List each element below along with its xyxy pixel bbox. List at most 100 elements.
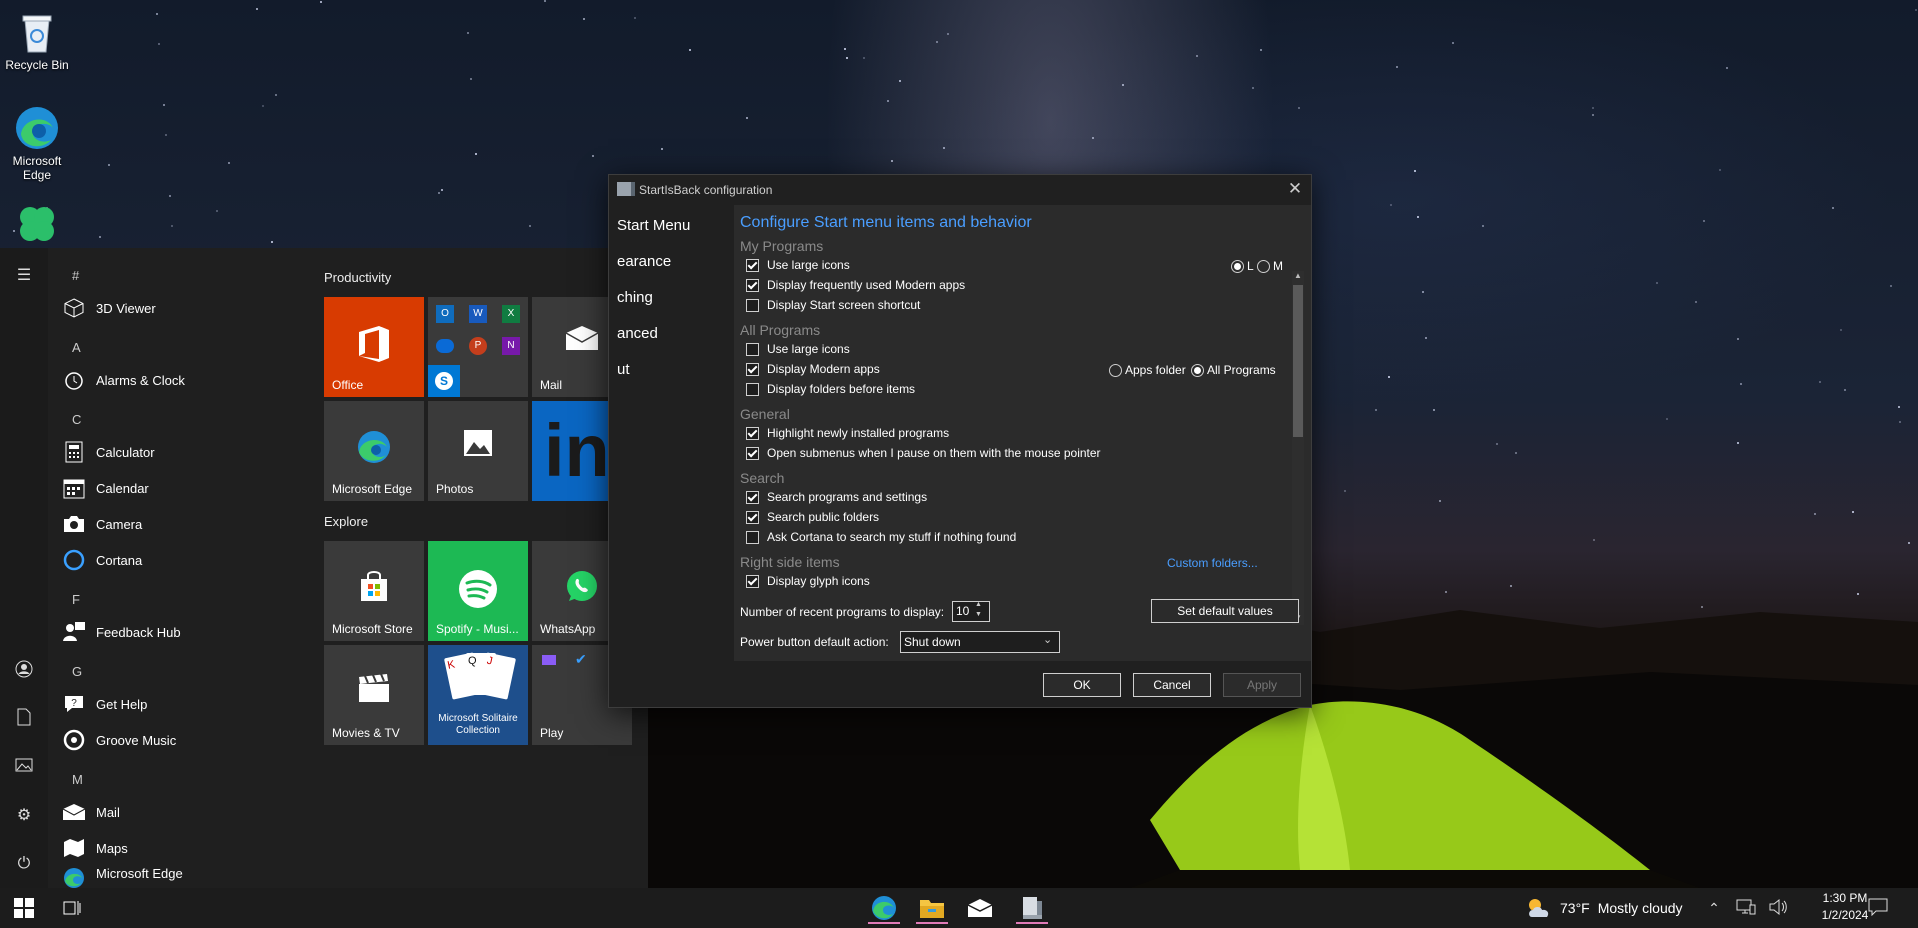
- checkbox-box[interactable]: [746, 278, 759, 292]
- checkbox-r-glyph[interactable]: Display glyph icons: [746, 573, 870, 589]
- tile-office[interactable]: Office: [324, 297, 424, 397]
- set-default-values-button[interactable]: Set default values: [1151, 599, 1299, 623]
- custom-folders-link[interactable]: Custom folders...: [1167, 556, 1258, 570]
- power-action-select[interactable]: Shut down ⌄: [900, 631, 1060, 653]
- letter-header[interactable]: M: [72, 772, 83, 787]
- checkbox-s-programs[interactable]: Search programs and settings: [746, 489, 927, 505]
- checkbox-box[interactable]: [746, 382, 759, 396]
- options-scrollbar[interactable]: ▲ ▼: [1292, 271, 1304, 625]
- app-calendar[interactable]: Calendar: [62, 470, 302, 506]
- scroll-up-icon[interactable]: ▲: [1294, 271, 1302, 280]
- checkbox-gen-highlight[interactable]: Highlight newly installed programs: [746, 425, 949, 441]
- checkbox-mp-modern-apps[interactable]: Display frequently used Modern apps: [746, 277, 965, 293]
- edge-desktop-icon[interactable]: Microsoft Edge: [0, 104, 74, 182]
- app-feedback-hub[interactable]: Feedback Hub: [62, 614, 302, 650]
- letter-header[interactable]: G: [72, 664, 82, 679]
- checkbox-box[interactable]: [746, 530, 759, 544]
- checkbox-s-cortana[interactable]: Ask Cortana to search my stuff if nothin…: [746, 529, 1016, 545]
- recent-programs-spinner[interactable]: 10 ▲ ▼: [952, 601, 990, 622]
- app-maps[interactable]: Maps: [62, 830, 302, 866]
- app-calculator[interactable]: Calculator: [62, 434, 302, 470]
- letter-header[interactable]: #: [72, 268, 79, 283]
- radio-dot[interactable]: [1109, 363, 1122, 377]
- recycle-bin-desktop-icon[interactable]: Recycle Bin: [0, 8, 74, 72]
- app-cortana[interactable]: Cortana: [62, 542, 302, 578]
- radio-dot[interactable]: [1191, 363, 1204, 377]
- nav-advanced[interactable]: anced: [617, 325, 658, 342]
- tile-solitaire[interactable]: K Q J Microsoft Solitaire Collection: [428, 645, 528, 745]
- checkbox-box[interactable]: [746, 426, 759, 440]
- power-icon[interactable]: ⏻: [12, 852, 36, 876]
- checkbox-box[interactable]: [746, 574, 759, 588]
- settings-gear-icon[interactable]: ⚙: [12, 804, 36, 828]
- tile-office-apps-folder[interactable]: O W X P N S: [428, 297, 528, 397]
- recent-programs-value[interactable]: 10: [956, 604, 969, 618]
- app-camera[interactable]: Camera: [62, 506, 302, 542]
- network-icon[interactable]: [1736, 898, 1756, 919]
- nav-switching[interactable]: ching: [617, 289, 653, 306]
- taskbar-file-explorer[interactable]: [912, 892, 952, 924]
- taskbar-mail[interactable]: [960, 892, 1000, 924]
- apply-button[interactable]: Apply: [1223, 673, 1301, 697]
- dialog-title-bar[interactable]: StartIsBack configuration ✕: [609, 175, 1311, 205]
- taskbar-edge[interactable]: [864, 892, 904, 924]
- cancel-button[interactable]: Cancel: [1133, 673, 1211, 697]
- checkbox-box[interactable]: [746, 362, 759, 376]
- radio-size-l[interactable]: L: [1231, 259, 1254, 273]
- app-groove-music[interactable]: Groove Music: [62, 722, 302, 758]
- notification-center-icon[interactable]: [1868, 898, 1888, 919]
- letter-header[interactable]: C: [72, 412, 81, 427]
- tile-movies-tv[interactable]: Movies & TV: [324, 645, 424, 745]
- checkbox-box[interactable]: [746, 446, 759, 460]
- radio-size-m[interactable]: M: [1257, 259, 1283, 273]
- app-microsoft-edge[interactable]: Microsoft Edge: [62, 866, 302, 888]
- checkbox-mp-large-icons[interactable]: Use large icons: [746, 257, 850, 273]
- tile-group-explore[interactable]: Explore: [324, 514, 368, 529]
- app-3d-viewer[interactable]: 3D Viewer: [62, 290, 302, 326]
- radio-apps-folder[interactable]: Apps folder: [1109, 363, 1186, 377]
- letter-header[interactable]: A: [72, 340, 81, 355]
- hamburger-menu-icon[interactable]: ☰: [12, 264, 36, 288]
- weather-widget[interactable]: 73°F Mostly cloudy: [1526, 894, 1696, 922]
- checkbox-box[interactable]: [746, 298, 759, 312]
- checkbox-mp-start-screen[interactable]: Display Start screen shortcut: [746, 297, 920, 313]
- spin-down-icon[interactable]: ▼: [975, 611, 982, 618]
- tile-group-productivity[interactable]: Productivity: [324, 270, 391, 285]
- tile-spotify[interactable]: Spotify - Musi...: [428, 541, 528, 641]
- checkbox-ap-large-icons[interactable]: Use large icons: [746, 341, 850, 357]
- checkbox-ap-folders-before[interactable]: Display folders before items: [746, 381, 915, 397]
- spin-up-icon[interactable]: ▲: [975, 601, 982, 608]
- tile-photos[interactable]: Photos: [428, 401, 528, 501]
- radio-dot[interactable]: [1257, 259, 1270, 273]
- nav-appearance[interactable]: earance: [617, 253, 671, 270]
- clover-app-desktop-icon[interactable]: [0, 200, 74, 248]
- documents-icon[interactable]: [12, 708, 36, 732]
- checkbox-box[interactable]: [746, 510, 759, 524]
- nav-about[interactable]: ut: [617, 361, 630, 378]
- app-get-help[interactable]: ? Get Help: [62, 686, 302, 722]
- tile-microsoft-edge[interactable]: Microsoft Edge: [324, 401, 424, 501]
- letter-header[interactable]: F: [72, 592, 80, 607]
- close-icon[interactable]: ✕: [1285, 179, 1305, 199]
- checkbox-s-public[interactable]: Search public folders: [746, 509, 879, 525]
- scrollbar-thumb[interactable]: [1293, 285, 1303, 437]
- volume-icon[interactable]: [1768, 898, 1788, 919]
- app-alarms-clock[interactable]: Alarms & Clock: [62, 362, 302, 398]
- checkbox-ap-modern-apps[interactable]: Display Modern apps: [746, 361, 880, 377]
- tile-microsoft-store[interactable]: Microsoft Store: [324, 541, 424, 641]
- start-button[interactable]: [2, 888, 46, 928]
- nav-start-menu[interactable]: Start Menu: [617, 217, 690, 234]
- taskbar-startisback-config[interactable]: [1012, 892, 1052, 924]
- pictures-icon[interactable]: [12, 756, 36, 780]
- task-view-button[interactable]: [52, 892, 92, 924]
- ok-button[interactable]: OK: [1043, 673, 1121, 697]
- radio-all-programs[interactable]: All Programs: [1191, 363, 1276, 377]
- checkbox-gen-submenus[interactable]: Open submenus when I pause on them with …: [746, 445, 1101, 461]
- radio-dot[interactable]: [1231, 259, 1244, 273]
- checkbox-box[interactable]: [746, 258, 759, 272]
- app-mail[interactable]: Mail: [62, 794, 302, 830]
- checkbox-box[interactable]: [746, 490, 759, 504]
- chevron-up-icon[interactable]: ⌃: [1704, 896, 1724, 920]
- user-account-icon[interactable]: [12, 660, 36, 684]
- checkbox-box[interactable]: [746, 342, 759, 356]
